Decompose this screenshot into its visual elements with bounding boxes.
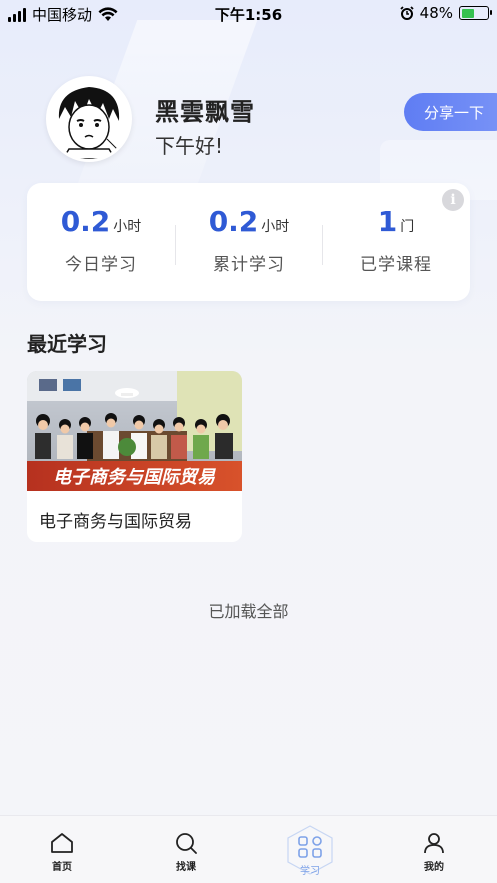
stat-value: 1	[377, 205, 398, 238]
home-icon	[51, 833, 73, 853]
alarm-icon	[400, 6, 414, 20]
stat-unit: 小时	[261, 219, 290, 235]
status-bar: 中国移动 下午1:56 48%	[0, 0, 497, 28]
stat-unit: 门	[400, 219, 415, 235]
search-icon	[176, 833, 197, 854]
course-card[interactable]: 电子商务与国际贸易 电子商务与国际贸易	[27, 371, 242, 542]
stat-value: 0.2	[60, 205, 111, 238]
avatar-illustration	[49, 79, 129, 159]
stat-today: 0.2 小时 今日学习	[27, 205, 175, 275]
tab-mine[interactable]: 我的	[404, 832, 464, 873]
study-stats-card: i 0.2 小时 今日学习 0.2 小时 累计学习 1门 已学课程	[27, 183, 470, 301]
stat-total: 0.2 小时 累计学习	[175, 205, 323, 275]
stat-courses: 1门 已学课程	[322, 205, 470, 275]
tab-home[interactable]: 首页	[32, 832, 92, 873]
course-thumbnail: 电子商务与国际贸易	[27, 371, 242, 495]
battery-percent: 48%	[419, 4, 453, 22]
battery-icon	[459, 6, 492, 20]
stat-label: 今日学习	[65, 255, 137, 275]
greeting: 下午好!	[155, 134, 224, 158]
course-banner-text: 电子商务与国际贸易	[53, 467, 216, 487]
stat-label: 已学课程	[360, 255, 432, 275]
stat-unit: 小时	[113, 219, 142, 235]
course-title: 电子商务与国际贸易	[39, 512, 192, 532]
section-title-recent: 最近学习	[27, 332, 107, 356]
stat-value: 0.2	[208, 205, 259, 238]
tab-label: 找课	[176, 862, 196, 873]
tab-label: 首页	[52, 862, 72, 873]
stat-label: 累计学习	[213, 255, 285, 275]
tab-label: 学习	[300, 866, 320, 877]
user-icon	[424, 833, 444, 854]
tab-find-course[interactable]: 找课	[156, 832, 216, 873]
share-button[interactable]: 分享一下	[404, 93, 497, 131]
username: 黑雲飘雪	[155, 98, 255, 126]
bottom-tab-bar: 首页 找课 学习 我的	[0, 815, 497, 883]
load-complete-note: 已加载全部	[208, 602, 289, 621]
avatar[interactable]	[46, 76, 132, 162]
tab-label: 我的	[424, 862, 444, 873]
tab-study[interactable]: 学习	[280, 824, 340, 877]
